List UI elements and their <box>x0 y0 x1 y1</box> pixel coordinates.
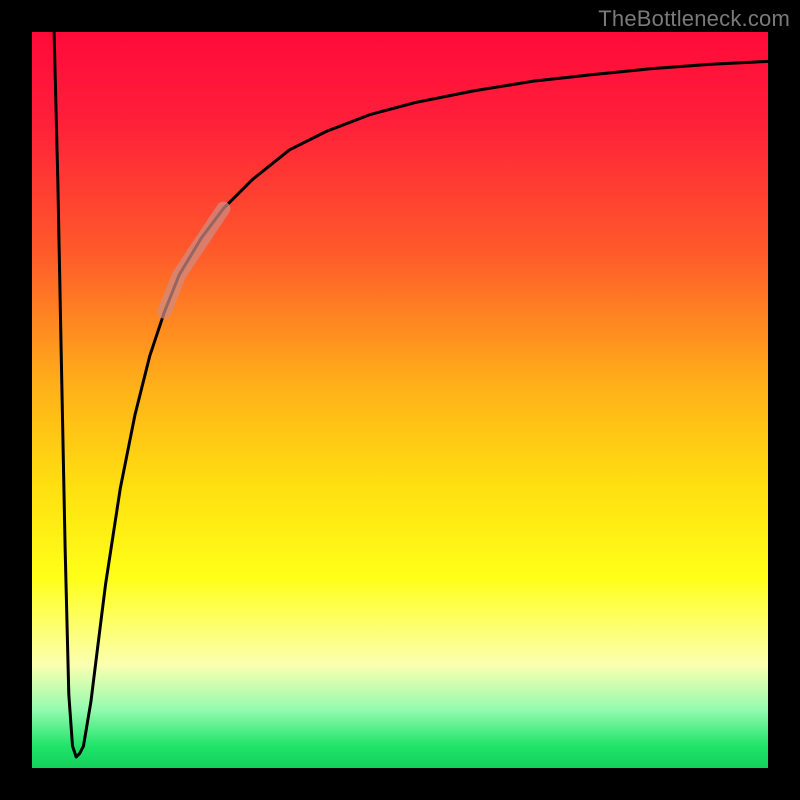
chart-svg <box>32 32 768 768</box>
chart-frame: TheBottleneck.com <box>0 0 800 800</box>
watermark-text: TheBottleneck.com <box>598 6 790 32</box>
highlight-segment-path <box>165 209 224 312</box>
left-spike-path <box>54 32 83 757</box>
plot-area <box>32 32 768 768</box>
recovery-curve-path <box>84 61 769 746</box>
